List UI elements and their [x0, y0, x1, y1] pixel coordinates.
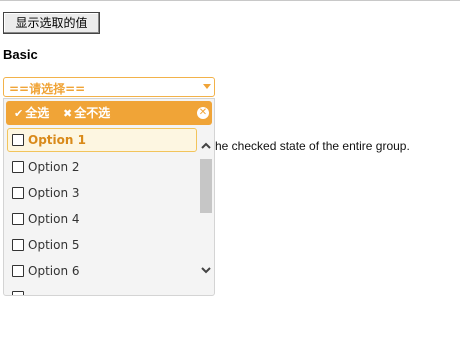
section-title: Basic	[3, 47, 38, 62]
checkbox[interactable]	[12, 161, 24, 173]
option-label: Option 2	[28, 160, 80, 174]
select-all-label: 全选	[25, 106, 50, 120]
list-item[interactable]: Option 1	[7, 128, 197, 152]
list-item[interactable]: Option 5	[7, 233, 197, 257]
checkbox[interactable]	[12, 213, 24, 225]
list-item[interactable]	[7, 285, 197, 295]
list-item[interactable]: Option 4	[7, 207, 197, 231]
checkbox[interactable]	[12, 239, 24, 251]
check-icon: ✔	[14, 107, 24, 120]
options-list: Option 1 Option 2 Option 3 Option 4 Opti…	[4, 125, 197, 295]
select-all-button[interactable]: ✔ 全选	[14, 101, 49, 125]
combo-placeholder: ==请选择==	[9, 82, 86, 96]
dropdown-panel: ✔ 全选 ✖ 全不选 ✕ Option 1 Option 2 Option 3 Op…	[3, 98, 215, 296]
cross-icon: ✖	[63, 107, 73, 120]
checkbox[interactable]	[12, 187, 24, 199]
option-label: Option 6	[28, 264, 80, 278]
scrollbar[interactable]	[199, 125, 213, 295]
scroll-thumb[interactable]	[200, 159, 212, 213]
checkbox[interactable]	[12, 134, 24, 146]
option-label: Option 4	[28, 212, 80, 226]
option-label: Option 1	[28, 133, 86, 147]
description-text: he checked state of the entire group.	[215, 139, 410, 153]
list-item[interactable]: Option 6	[7, 259, 197, 283]
chevron-up-icon[interactable]	[199, 139, 213, 153]
list-item[interactable]: Option 2	[7, 155, 197, 179]
top-divider	[0, 0, 460, 1]
checkbox[interactable]	[12, 291, 24, 295]
show-selected-values-button[interactable]: 显示选取的值	[3, 12, 100, 34]
select-none-label: 全不选	[74, 106, 111, 120]
chevron-down-icon[interactable]	[199, 263, 213, 277]
select-none-button[interactable]: ✖ 全不选	[63, 101, 110, 125]
dropdown-header: ✔ 全选 ✖ 全不选 ✕	[6, 101, 212, 125]
list-item[interactable]: Option 3	[7, 181, 197, 205]
close-icon[interactable]: ✕	[197, 107, 209, 119]
dropdown-arrow-icon[interactable]	[203, 84, 211, 89]
option-label: Option 3	[28, 186, 80, 200]
option-label: Option 5	[28, 238, 80, 252]
multi-select-combo[interactable]: ==请选择==	[3, 77, 215, 97]
checkbox[interactable]	[12, 265, 24, 277]
